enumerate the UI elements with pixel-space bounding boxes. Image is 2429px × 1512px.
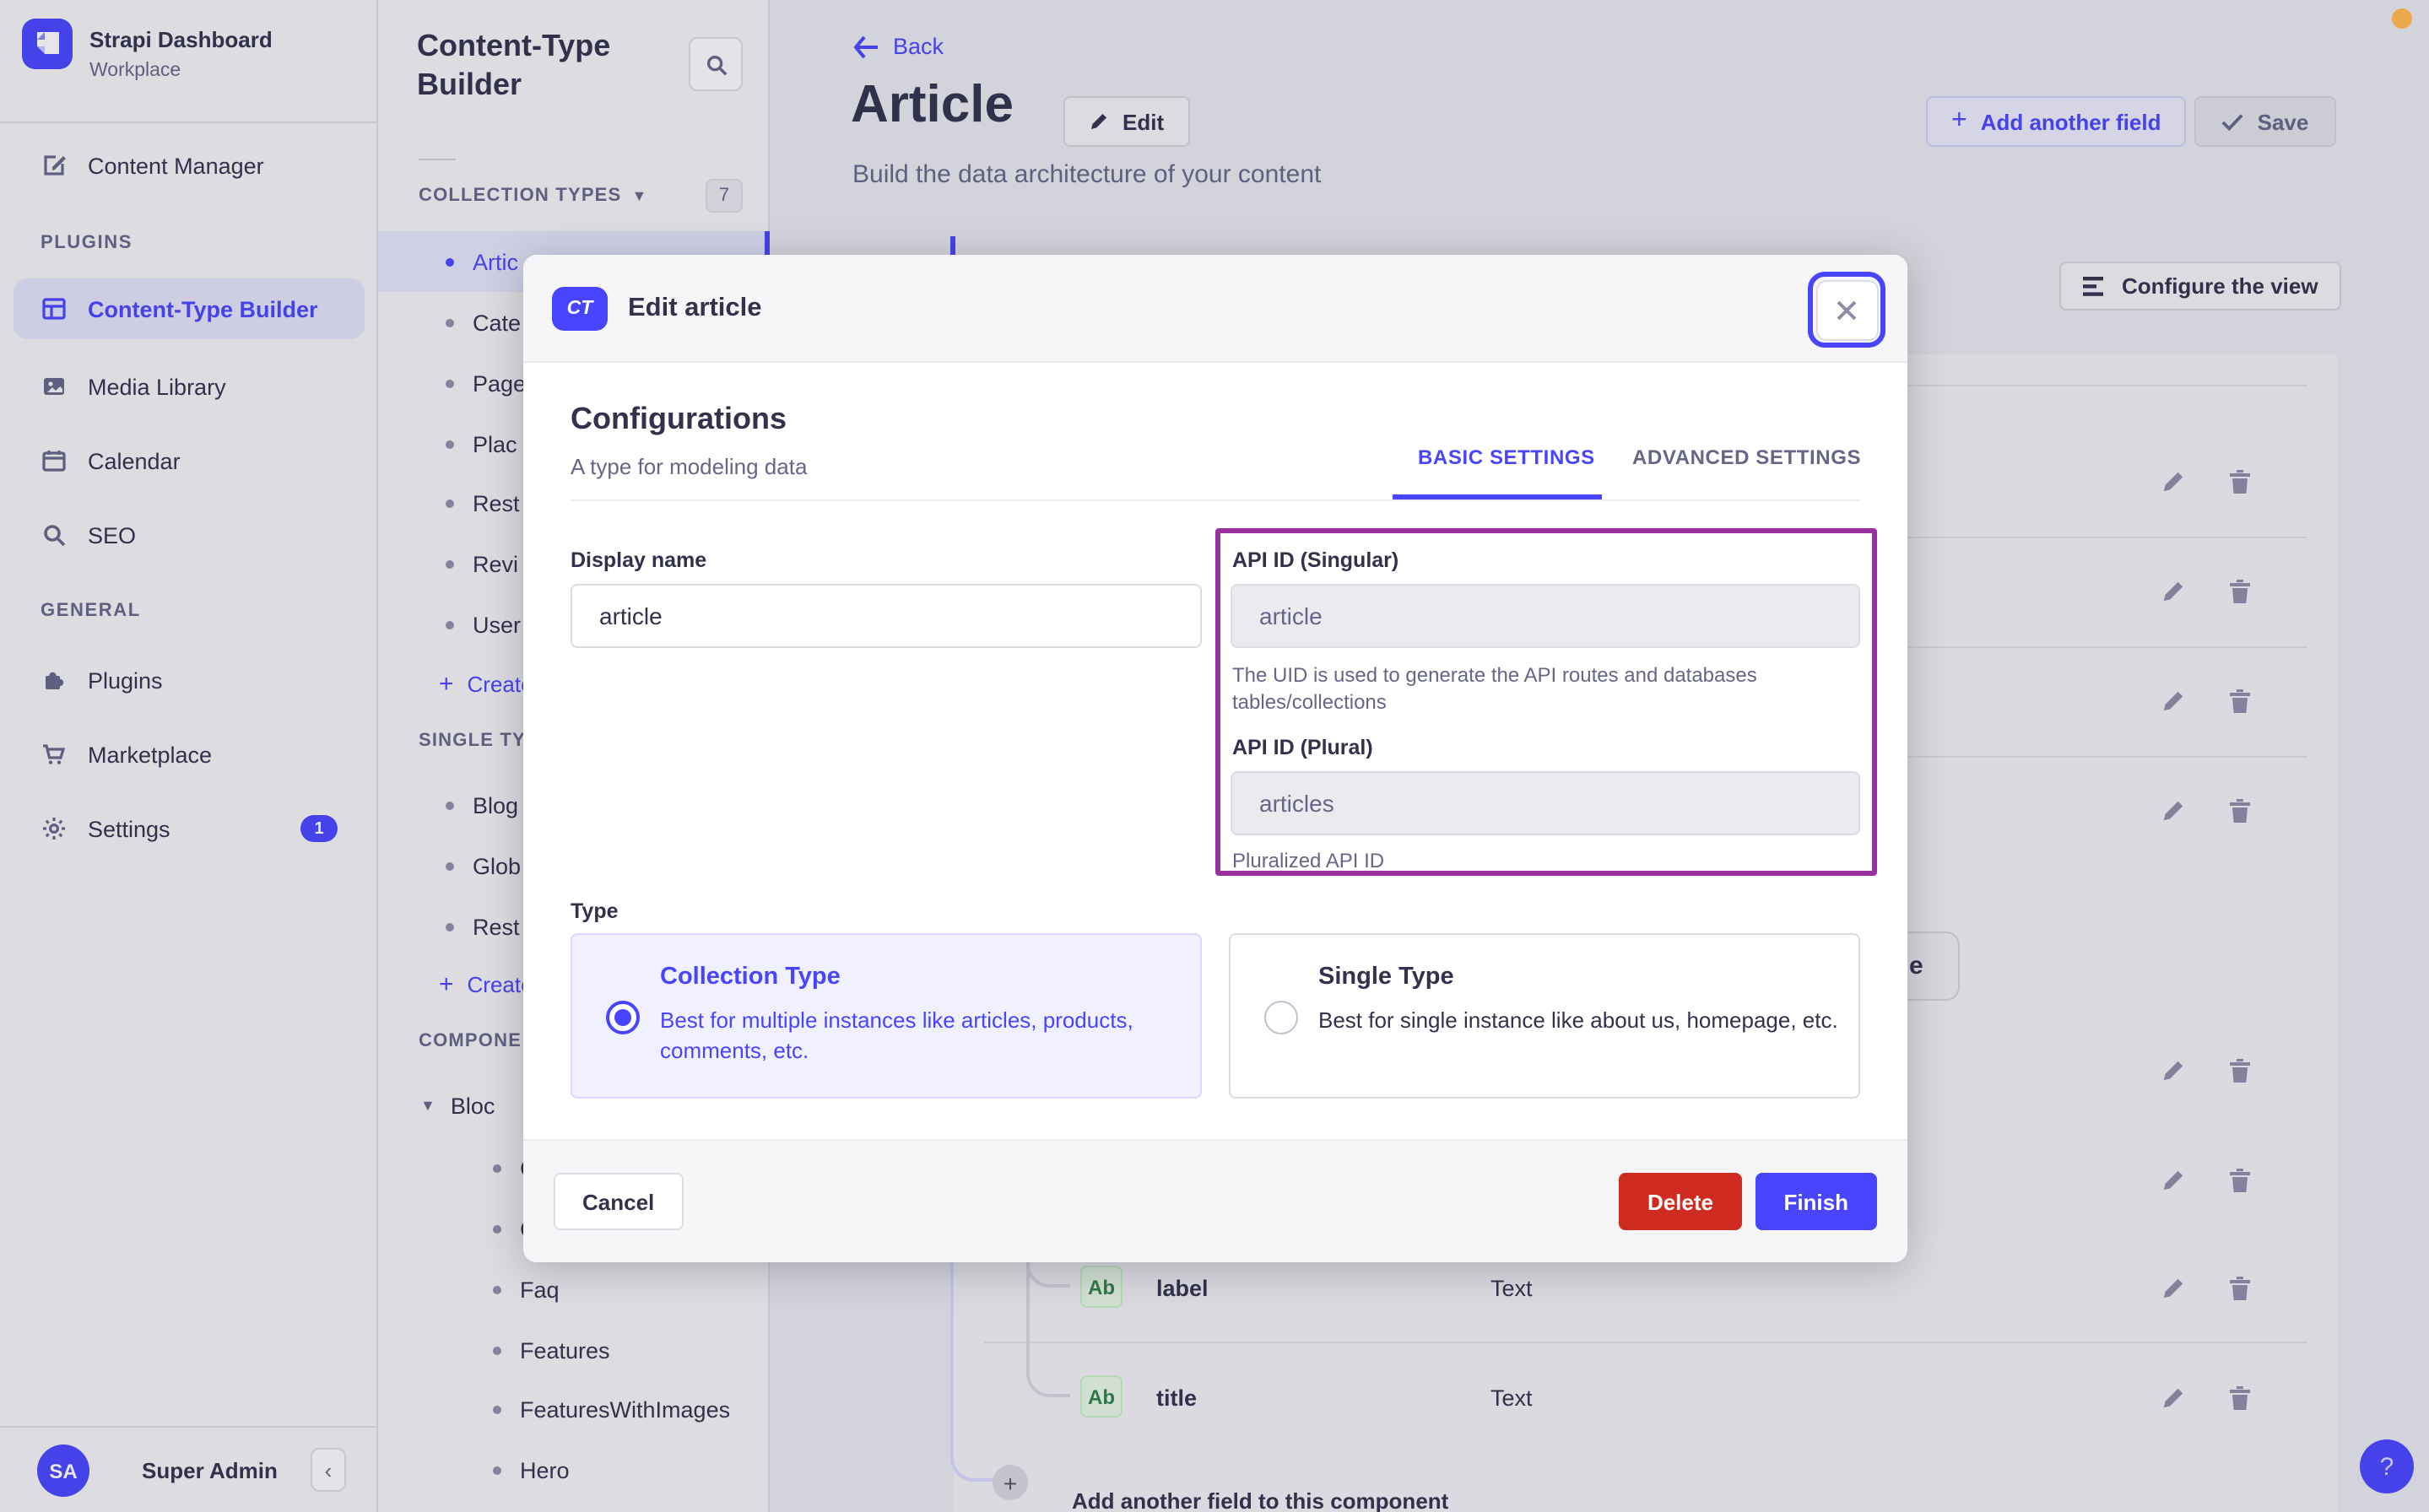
content-type-badge: CT — [552, 287, 608, 331]
modal-footer: Cancel Delete Finish — [523, 1139, 1907, 1262]
tab-basic-settings[interactable]: BASIC SETTINGS — [1418, 446, 1595, 469]
active-tab-underline — [1393, 494, 1602, 500]
modal-header: CT Edit article — [523, 255, 1907, 363]
configurations-subheading: A type for modeling data — [571, 454, 808, 479]
delete-button[interactable]: Delete — [1618, 1173, 1742, 1230]
radio-selected-icon[interactable] — [606, 1001, 640, 1034]
option-title: Collection Type — [660, 964, 841, 991]
close-icon — [1837, 300, 1857, 320]
api-id-singular-input[interactable] — [1231, 584, 1860, 648]
api-id-plural-label: API ID (Plural) — [1232, 736, 1373, 759]
close-button-focus-ring — [1808, 272, 1885, 348]
divider — [571, 500, 1860, 501]
display-name-input[interactable] — [571, 584, 1202, 648]
configurations-heading: Configurations — [571, 402, 787, 435]
single-type-option[interactable]: Single Type Best for single instance lik… — [1229, 933, 1860, 1099]
app-root: Strapi Dashboard Workplace Content Manag… — [0, 0, 2429, 1512]
api-id-plural-hint: Pluralized API ID — [1232, 849, 1385, 872]
api-id-singular-label: API ID (Singular) — [1232, 548, 1399, 572]
type-label: Type — [571, 899, 619, 923]
radio-unselected-icon[interactable] — [1264, 1001, 1298, 1034]
recording-indicator-dot — [2392, 8, 2412, 29]
api-id-plural-input[interactable] — [1231, 771, 1860, 835]
option-description: Best for multiple instances like article… — [660, 1007, 1133, 1063]
modal-title: Edit article — [628, 294, 762, 322]
edit-article-modal: CT Edit article Configurations A type fo… — [523, 255, 1907, 1262]
finish-button[interactable]: Finish — [1755, 1173, 1877, 1230]
option-title: Single Type — [1318, 964, 1454, 991]
api-id-singular-hint: The UID is used to generate the API rout… — [1232, 663, 1757, 714]
close-button[interactable] — [1815, 279, 1878, 340]
tab-advanced-settings[interactable]: ADVANCED SETTINGS — [1632, 446, 1861, 469]
cancel-button[interactable]: Cancel — [554, 1173, 684, 1230]
display-name-label: Display name — [571, 548, 707, 572]
option-description: Best for single instance like about us, … — [1318, 1007, 1838, 1033]
collection-type-option[interactable]: Collection Type Best for multiple instan… — [571, 933, 1202, 1099]
